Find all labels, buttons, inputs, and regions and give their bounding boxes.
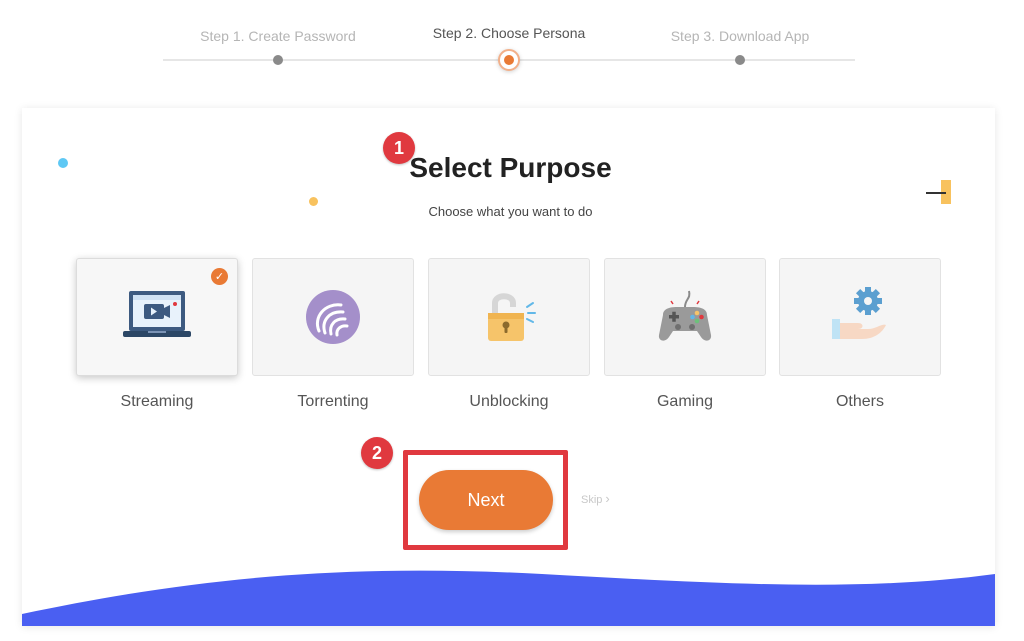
- option-card[interactable]: [779, 258, 941, 376]
- step-label: Step 3. Download App: [670, 28, 810, 44]
- page-subtitle: Choose what you want to do: [428, 204, 593, 219]
- page-title: Select Purpose: [409, 152, 612, 183]
- step-dot: [735, 55, 745, 65]
- option-card[interactable]: [252, 258, 414, 376]
- option-card[interactable]: [604, 258, 766, 376]
- option-label: Torrenting: [297, 393, 369, 410]
- next-button[interactable]: Next: [419, 470, 553, 530]
- option-streaming[interactable]: ✓ Streaming: [76, 258, 238, 411]
- step-download-app[interactable]: Step 3. Download App: [625, 20, 855, 65]
- option-card[interactable]: ✓: [76, 258, 238, 376]
- option-gaming[interactable]: Gaming: [604, 258, 766, 411]
- laptop-video-icon: [123, 291, 191, 337]
- option-card[interactable]: [428, 258, 590, 376]
- chevron-right-icon: ›: [605, 491, 610, 506]
- step-dot: [273, 55, 283, 65]
- step-choose-persona[interactable]: Step 2. Choose Persona: [394, 20, 624, 71]
- option-label: Gaming: [656, 393, 714, 410]
- padlock-icon: [488, 293, 536, 341]
- step-create-password[interactable]: Step 1. Create Password: [163, 20, 393, 65]
- option-label: Others: [835, 393, 884, 410]
- skip-link[interactable]: Skip ›: [581, 491, 610, 506]
- purpose-card: 1 Select Purpose Choose what you want to…: [22, 108, 995, 626]
- step-label: Step 2. Choose Persona: [432, 25, 586, 41]
- torrent-icon: [306, 290, 360, 344]
- step-dot-active: [498, 49, 520, 71]
- option-unblocking[interactable]: Unblocking: [428, 258, 590, 411]
- decorative-wave: [22, 570, 995, 626]
- skip-label: Skip: [581, 494, 603, 506]
- checkmark-icon: ✓: [211, 268, 228, 285]
- option-others[interactable]: Others: [779, 258, 941, 411]
- gear-hand-icon: [832, 287, 886, 339]
- option-label: Streaming: [120, 393, 194, 410]
- stepper: Step 1. Create Password Step 2. Choose P…: [163, 20, 855, 80]
- callout-badge: 2: [361, 437, 393, 469]
- decorative-shape: [926, 192, 946, 194]
- gamepad-icon: [658, 290, 712, 341]
- option-label: Unblocking: [469, 393, 549, 410]
- option-torrenting[interactable]: Torrenting: [252, 258, 414, 411]
- step-label: Step 1. Create Password: [200, 28, 356, 44]
